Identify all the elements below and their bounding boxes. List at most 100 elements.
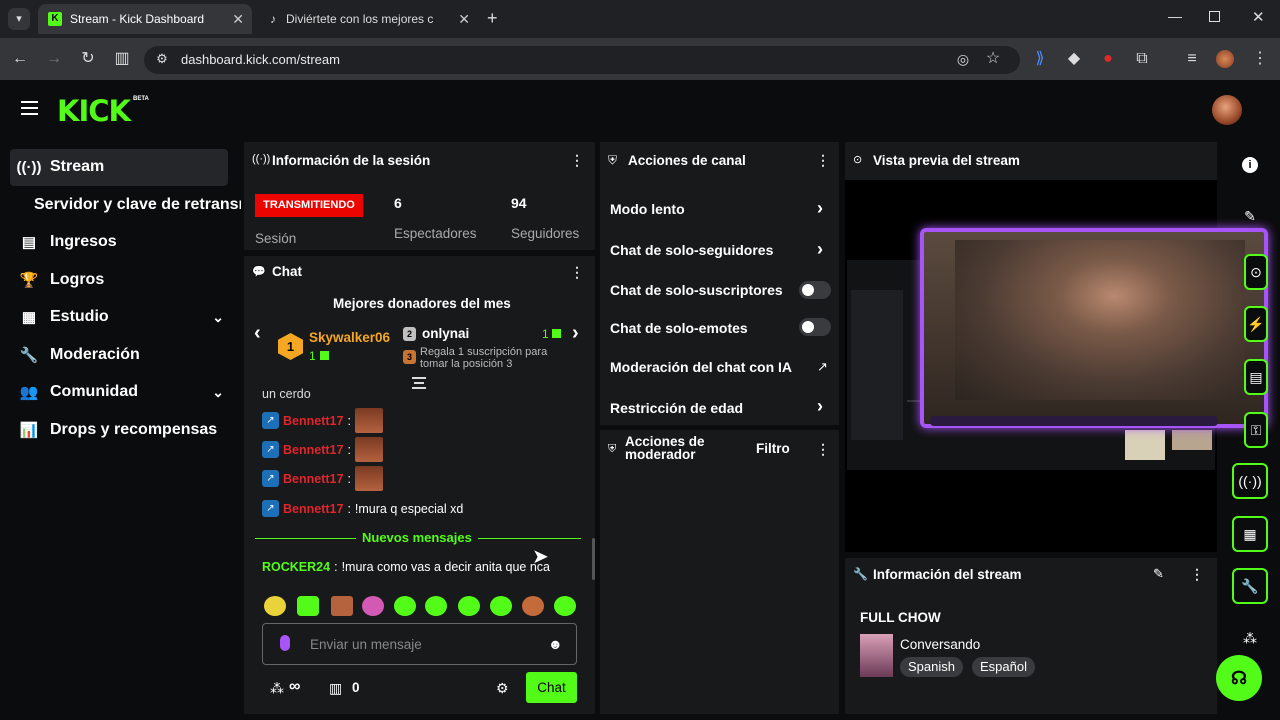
tab-close-icon[interactable]: ✕	[232, 11, 244, 28]
emote-icon[interactable]	[331, 596, 353, 616]
info-icon[interactable]: i	[1242, 157, 1258, 173]
channel-actions-title: Acciones de canal	[628, 153, 746, 168]
tab-list-button[interactable]: ▾	[8, 8, 30, 30]
collapse-icon[interactable]	[412, 377, 426, 389]
sidebar-item-stream[interactable]: ((·)) Stream	[17, 158, 105, 176]
sidebar-item-ingresos[interactable]: ▤ Ingresos	[20, 233, 117, 251]
send-chat-button[interactable]: Chat	[526, 672, 577, 703]
emote-icon[interactable]	[297, 596, 319, 616]
wrench-button[interactable]: 🔧	[1232, 568, 1268, 604]
studio-button[interactable]: ▦	[1232, 516, 1268, 552]
emotes-only-toggle[interactable]	[799, 318, 831, 336]
tab-close-icon[interactable]: ✕	[458, 11, 470, 28]
reading-mode-icon[interactable]: ▥	[112, 49, 132, 69]
extension-icon[interactable]: ◆	[1064, 49, 1084, 69]
edit-icon[interactable]: ✎	[1153, 566, 1164, 582]
hamburger-icon[interactable]	[21, 101, 38, 115]
ai-moderation-row[interactable]: Moderación del chat con IA	[610, 359, 792, 375]
community-icon[interactable]: ⁂	[1240, 630, 1260, 650]
kebab-menu-icon[interactable]: ⋮	[816, 152, 830, 169]
sidebar-item-estudio[interactable]: ▦ Estudio ⌄	[20, 308, 224, 326]
emote-icon[interactable]	[554, 596, 576, 616]
slow-mode-row[interactable]: Modo lento	[610, 201, 685, 217]
minimize-button[interactable]: —	[1168, 8, 1182, 24]
extension-icon[interactable]: ●	[1098, 49, 1118, 69]
back-icon[interactable]: ←	[10, 49, 30, 69]
chat-username[interactable]: Bennett17	[283, 414, 343, 428]
extension-icon[interactable]: ⟫	[1030, 49, 1050, 69]
shop-icon[interactable]: ▥	[329, 680, 342, 697]
site-info-icon[interactable]: ⚙	[152, 49, 172, 69]
tab-kick-dashboard[interactable]: K Stream - Kick Dashboard ✕	[38, 4, 252, 34]
eye-off-icon[interactable]: ◎	[953, 49, 973, 69]
support-chat-button[interactable]: ☊	[1216, 655, 1262, 701]
browser-tabstrip: ▾ K Stream - Kick Dashboard ✕ ♪ Diviérte…	[0, 0, 1280, 38]
donor2-name[interactable]: onlynai	[422, 326, 469, 341]
sidebar-item-drops[interactable]: 📊 Drops y recompensas	[20, 421, 218, 439]
close-window-button[interactable]: ✕	[1252, 8, 1265, 26]
emoji-icon[interactable]: ☻	[548, 636, 563, 652]
sidebar-item-server-key[interactable]: Servidor y clave de retransm	[34, 196, 241, 214]
broadcast-button[interactable]: ((·))	[1232, 463, 1268, 499]
stream-preview-video[interactable]	[845, 180, 1268, 552]
kebab-menu-icon[interactable]: ⋮	[1190, 566, 1204, 583]
chat-username[interactable]: ROCKER24	[262, 560, 330, 574]
emote-icon[interactable]	[362, 596, 384, 616]
kebab-menu-icon[interactable]: ⋮	[570, 152, 584, 169]
chat-username[interactable]: Bennett17	[283, 502, 343, 516]
forward-icon[interactable]: →	[44, 49, 64, 69]
chevron-right-icon[interactable]: ›	[817, 198, 823, 219]
chevron-right-icon[interactable]: ›	[572, 322, 579, 345]
profile-avatar[interactable]	[1216, 50, 1234, 68]
subscribers-only-toggle[interactable]	[799, 281, 831, 299]
new-messages-label[interactable]: Nuevos mensajes	[356, 530, 478, 545]
menu-icon[interactable]: ⋮	[1250, 49, 1270, 69]
emote-icon[interactable]	[264, 596, 286, 616]
sidebar-item-moderacion[interactable]: 🔧 Moderación	[20, 346, 140, 364]
followers-label: Seguidores	[511, 226, 580, 241]
donor1-name[interactable]: Skywalker06	[309, 330, 390, 345]
category-thumbnail[interactable]	[860, 634, 893, 677]
category-name[interactable]: Conversando	[900, 637, 980, 652]
key-button[interactable]: ⚿	[1244, 412, 1268, 448]
emote-icon[interactable]	[522, 596, 544, 616]
external-link-icon[interactable]: ↗	[817, 359, 828, 375]
user-avatar[interactable]	[1212, 95, 1242, 125]
microphone-icon[interactable]	[280, 635, 290, 651]
preview-toggle-button[interactable]: ⊙	[1244, 254, 1268, 290]
pencil-icon[interactable]: ✎	[1240, 208, 1260, 228]
reload-icon[interactable]: ↻	[78, 49, 98, 69]
kebab-menu-icon[interactable]: ⋮	[570, 264, 584, 281]
tag-spanish[interactable]: Spanish	[900, 657, 963, 677]
chevron-left-icon[interactable]: ‹	[254, 322, 261, 345]
emote-icon[interactable]	[490, 596, 512, 616]
notes-button[interactable]: ▤	[1244, 359, 1268, 395]
kick-logo[interactable]: KICK	[57, 94, 131, 128]
bolt-button[interactable]: ⚡	[1244, 306, 1268, 342]
maximize-button[interactable]	[1209, 11, 1220, 22]
emote-icon[interactable]	[394, 596, 416, 616]
preview-icon: ⊙	[853, 154, 863, 166]
bookmark-star-icon[interactable]: ☆	[983, 49, 1003, 69]
donor2-count: 1	[542, 327, 549, 341]
puzzle-icon[interactable]: ⧉	[1132, 49, 1152, 69]
tab-tiktok[interactable]: ♪ Diviértete con los mejores c ✕	[260, 4, 478, 34]
chat-scrollbar[interactable]	[592, 538, 595, 580]
tag-espanol[interactable]: Español	[972, 657, 1035, 677]
chat-settings-icon[interactable]: ⚙	[496, 680, 509, 697]
chat-username[interactable]: Bennett17	[283, 472, 343, 486]
kebab-menu-icon[interactable]: ⋮	[816, 441, 830, 458]
sidebar-item-comunidad[interactable]: 👥 Comunidad ⌄	[20, 383, 224, 401]
emote-icon[interactable]	[458, 596, 480, 616]
media-control-icon[interactable]: ≡	[1182, 49, 1202, 69]
sidebar-item-logros[interactable]: 🏆 Logros	[20, 271, 105, 289]
chevron-right-icon[interactable]: ›	[817, 396, 823, 417]
chat-username[interactable]: Bennett17	[283, 443, 343, 457]
followers-only-row[interactable]: Chat de solo-seguidores	[610, 242, 773, 258]
new-tab-button[interactable]: +	[487, 8, 498, 29]
points-icon[interactable]: ⁂	[270, 680, 284, 697]
filter-button[interactable]: Filtro	[756, 441, 790, 456]
age-restriction-row[interactable]: Restricción de edad	[610, 400, 743, 416]
emote-icon[interactable]	[425, 596, 447, 616]
chevron-right-icon[interactable]: ›	[817, 239, 823, 260]
